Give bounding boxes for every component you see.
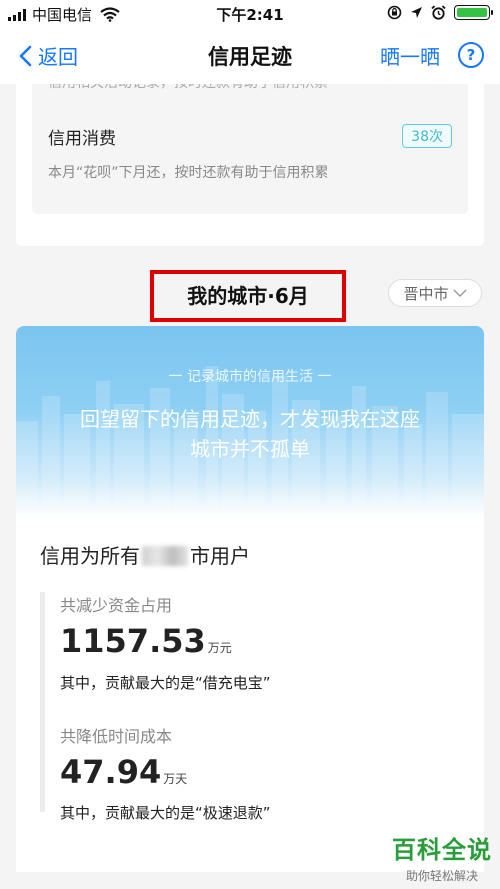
stat-unit: 万元 [207,641,232,655]
battery-fill [457,8,487,17]
city-users-title-suffix: 市用户 [190,544,250,568]
watermark-sub: 助你轻松解决 [405,869,478,883]
credit-consumption-title: 信用消费 [48,129,116,149]
banner-headline: 回望留下的信用足迹，才发现我在这座城市并不孤单 [80,407,420,461]
rotation-lock-icon [387,5,402,20]
stat-value: 47.94 万天 [60,753,187,791]
city-dropdown-value: 晋中市 [403,284,449,303]
stat-note: 其中，贡献最大的是“借充电宝” [60,674,271,692]
credit-activity-card: 信用相关活动记录，按时还款有助于信用积累 信用消费 38次 本月“花呗”下月还，… [16,84,484,246]
stat-number: 1157.53 [60,622,206,660]
battery-icon [454,5,493,20]
banner-subtitle: 一 记录城市的信用生活 一 [168,369,332,385]
alarm-icon [431,5,446,20]
help-icon[interactable]: ? [458,42,484,68]
share-button[interactable]: 晒一晒 [380,41,440,70]
stat-unit: 万天 [163,772,188,786]
watermark-main: 百科全说 [392,836,492,864]
status-right [387,5,493,20]
stat-number: 47.94 [60,753,162,791]
count-badge: 38次 [402,124,452,148]
stat-value: 1157.53 万元 [60,622,232,660]
nav-bar: 返回 信用足迹 晒一晒 ? [0,28,500,84]
location-arrow-icon [411,7,422,18]
city-users-title: 信用为所有 市用户 [40,540,250,569]
city-stats: 共减少资金占用 1157.53 万元 其中，贡献最大的是“借充电宝” 共降低时间成… [40,592,465,822]
credit-consumption-item[interactable]: 信用相关活动记录，按时还款有助于信用积累 信用消费 38次 本月“花呗”下月还，… [32,84,468,214]
city-banner: 一 记录城市的信用生活 一 回望留下的信用足迹，才发现我在这座城市并不孤单 [16,326,484,516]
stat-label: 共减少资金占用 [60,596,173,615]
watermark-logo: 百科全说 助你轻松解决 [392,830,492,884]
credit-consumption-desc: 本月“花呗”下月还，按时还款有助于信用积累 [48,165,329,181]
blurred-city-name [142,546,188,566]
previous-item-text: 信用相关活动记录，按时还款有助于信用积累 [48,84,328,92]
city-card: 一 记录城市的信用生活 一 回望留下的信用足迹，才发现我在这座城市并不孤单 信用… [16,326,484,872]
stat-note: 其中，贡献最大的是“极速退款” [60,804,271,822]
my-city-section-title: 我的城市·6月 [150,270,346,322]
city-users-title-prefix: 信用为所有 [40,544,140,568]
stat-label: 共降低时间成本 [60,727,173,746]
status-bar: 中国电信 下午2:41 [0,0,500,28]
city-dropdown[interactable]: 晋中市 [388,279,482,307]
chevron-down-icon [453,289,466,297]
